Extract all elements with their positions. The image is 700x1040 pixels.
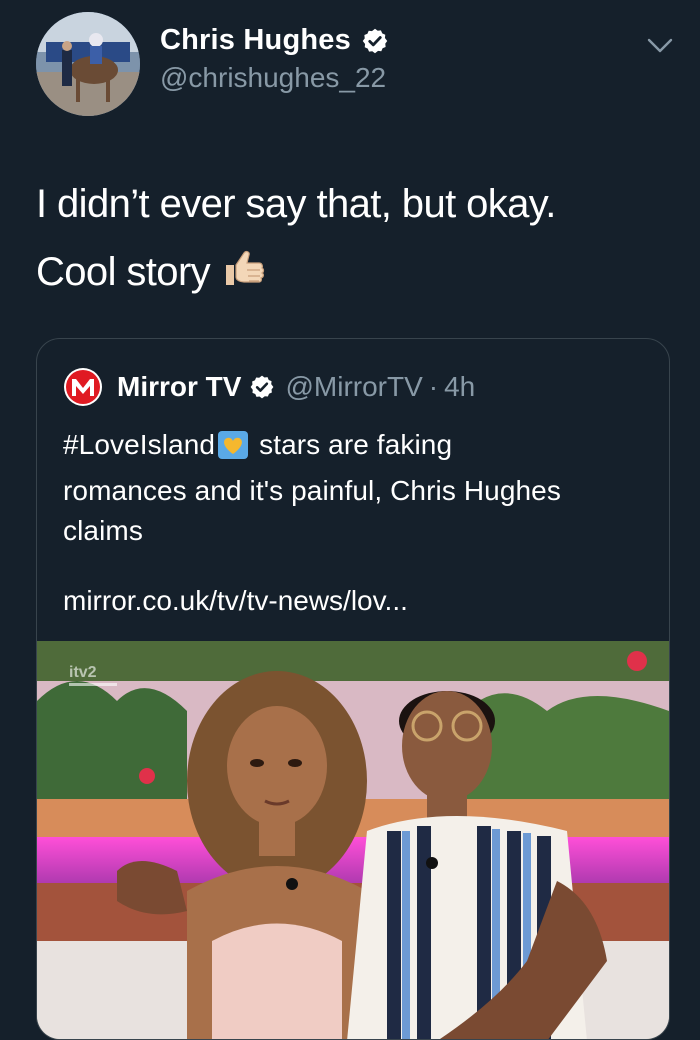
tweet-text: I didn’t ever say that, but okay. Cool s… [36, 170, 676, 306]
verified-badge-icon [361, 27, 389, 55]
article-link[interactable]: mirror.co.uk/tv/tv-news/lov... [63, 585, 408, 617]
tweet-text-line: Cool story [36, 250, 211, 294]
hashtag-link[interactable]: #LoveIsland [63, 429, 215, 460]
quoted-author-handle[interactable]: @MirrorTV [285, 371, 422, 403]
avatar-image [36, 12, 140, 116]
chevron-down-icon[interactable] [646, 36, 674, 61]
tweet-text-line: I didn’t ever say that, but okay. [36, 182, 556, 226]
thumbs-up-icon [220, 243, 268, 312]
article-image[interactable]: itv2 [37, 641, 669, 1039]
quoted-timestamp[interactable]: 4h [444, 371, 475, 403]
dot-separator: · [428, 371, 439, 402]
quoted-text-line: claims [63, 515, 143, 546]
quoted-author-name[interactable]: Mirror TV [117, 371, 241, 403]
itv2-badge-text: itv2 [69, 664, 97, 681]
author-name[interactable]: Chris Hughes [160, 24, 351, 57]
mirror-logo-icon [63, 367, 103, 407]
quoted-tweet-text: #LoveIsland stars are faking romances an… [63, 425, 653, 551]
quoted-text-part: stars are faking [259, 429, 453, 460]
author-handle[interactable]: @chrishughes_22 [160, 62, 386, 94]
love-island-emoji-icon [217, 430, 249, 471]
profile-avatar[interactable] [36, 12, 140, 116]
quoted-tweet-card[interactable]: Mirror TV @MirrorTV · 4h #LoveIsland sta… [36, 338, 670, 1040]
quoted-text-line: romances and it's painful, Chris Hughes [63, 475, 561, 506]
verified-badge-icon [249, 374, 275, 400]
